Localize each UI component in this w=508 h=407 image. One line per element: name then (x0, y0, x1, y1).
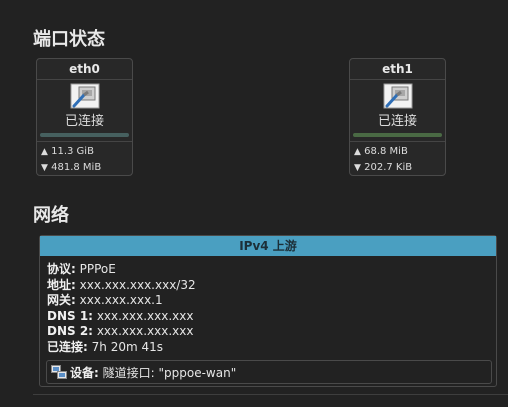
link-status-bar (40, 133, 129, 137)
tx-value: 68.8 MiB (364, 146, 408, 157)
detail-label: 地址: (47, 277, 76, 292)
panel-header: IPv4 上游 (40, 236, 496, 256)
detail-value: xxx.xxx.xxx.1 (79, 293, 163, 307)
tx-line: ▲ 11.3 GiB (41, 144, 132, 160)
tx-value: 11.3 GiB (51, 146, 94, 157)
network-section-title: 网络 (33, 205, 69, 226)
down-arrow-icon: ▼ (354, 163, 361, 173)
port-card-eth1: eth1 已连接 ▲ 68.8 MiB ▼ 202.7 KiB (349, 58, 446, 176)
rx-value: 481.8 MiB (51, 162, 102, 173)
ipv4-upstream-panel: IPv4 上游 协议: PPPoE 地址: xxx.xxx.xxx.xxx/32… (39, 235, 497, 387)
rx-line: ▼ 202.7 KiB (354, 160, 445, 176)
ports-section-title: 端口状态 (33, 29, 105, 50)
detail-label: 已连接: (47, 339, 88, 354)
device-label: 设备: (70, 365, 99, 380)
rx-value: 202.7 KiB (364, 162, 413, 173)
ethernet-port-icon (70, 83, 99, 109)
detail-row-dns2: DNS 2: xxx.xxx.xxx.xxx (47, 324, 496, 340)
tx-line: ▲ 68.8 MiB (354, 144, 445, 160)
detail-label: DNS 1: (47, 308, 93, 323)
detail-row-dns1: DNS 1: xxx.xxx.xxx.xxx (47, 309, 496, 325)
ethernet-port-icon (383, 83, 412, 109)
port-status: 已连接 (64, 114, 104, 129)
port-name: eth1 (350, 59, 445, 80)
upstream-details: 协议: PPPoE 地址: xxx.xxx.xxx.xxx/32 网关: xxx… (40, 256, 496, 355)
detail-label: 协议: (47, 262, 76, 276)
divider (33, 394, 508, 395)
detail-value: 7h 20m 41s (91, 339, 163, 354)
up-arrow-icon: ▲ (354, 147, 361, 157)
detail-row-protocol: 协议: PPPoE (47, 262, 496, 278)
port-card-eth0: eth0 已连接 ▲ 11.3 GiB ▼ 481.8 MiB (36, 58, 133, 176)
device-info[interactable]: 设备: 隧道接口: "pppoe-wan" (46, 360, 492, 384)
detail-value: xxx.xxx.xxx.xxx (96, 308, 194, 323)
detail-label: DNS 2: (47, 324, 93, 338)
port-status: 已连接 (377, 114, 417, 129)
down-arrow-icon: ▼ (41, 163, 48, 173)
detail-value: xxx.xxx.xxx.xxx/32 (79, 277, 196, 292)
detail-row-uptime: 已连接: 7h 20m 41s (47, 340, 496, 356)
device-value: 隧道接口: "pppoe-wan" (102, 365, 237, 380)
network-device-icon (51, 364, 67, 379)
port-traffic: ▲ 11.3 GiB ▼ 481.8 MiB (37, 141, 132, 176)
port-name: eth0 (37, 59, 132, 80)
link-status-bar (353, 133, 442, 137)
detail-value: PPPoE (79, 262, 116, 276)
rx-line: ▼ 481.8 MiB (41, 160, 132, 176)
detail-row-address: 地址: xxx.xxx.xxx.xxx/32 (47, 278, 496, 294)
up-arrow-icon: ▲ (41, 147, 48, 157)
detail-row-gateway: 网关: xxx.xxx.xxx.1 (47, 293, 496, 309)
port-traffic: ▲ 68.8 MiB ▼ 202.7 KiB (350, 141, 445, 176)
detail-label: 网关: (47, 293, 76, 307)
detail-value: xxx.xxx.xxx.xxx (96, 324, 194, 338)
